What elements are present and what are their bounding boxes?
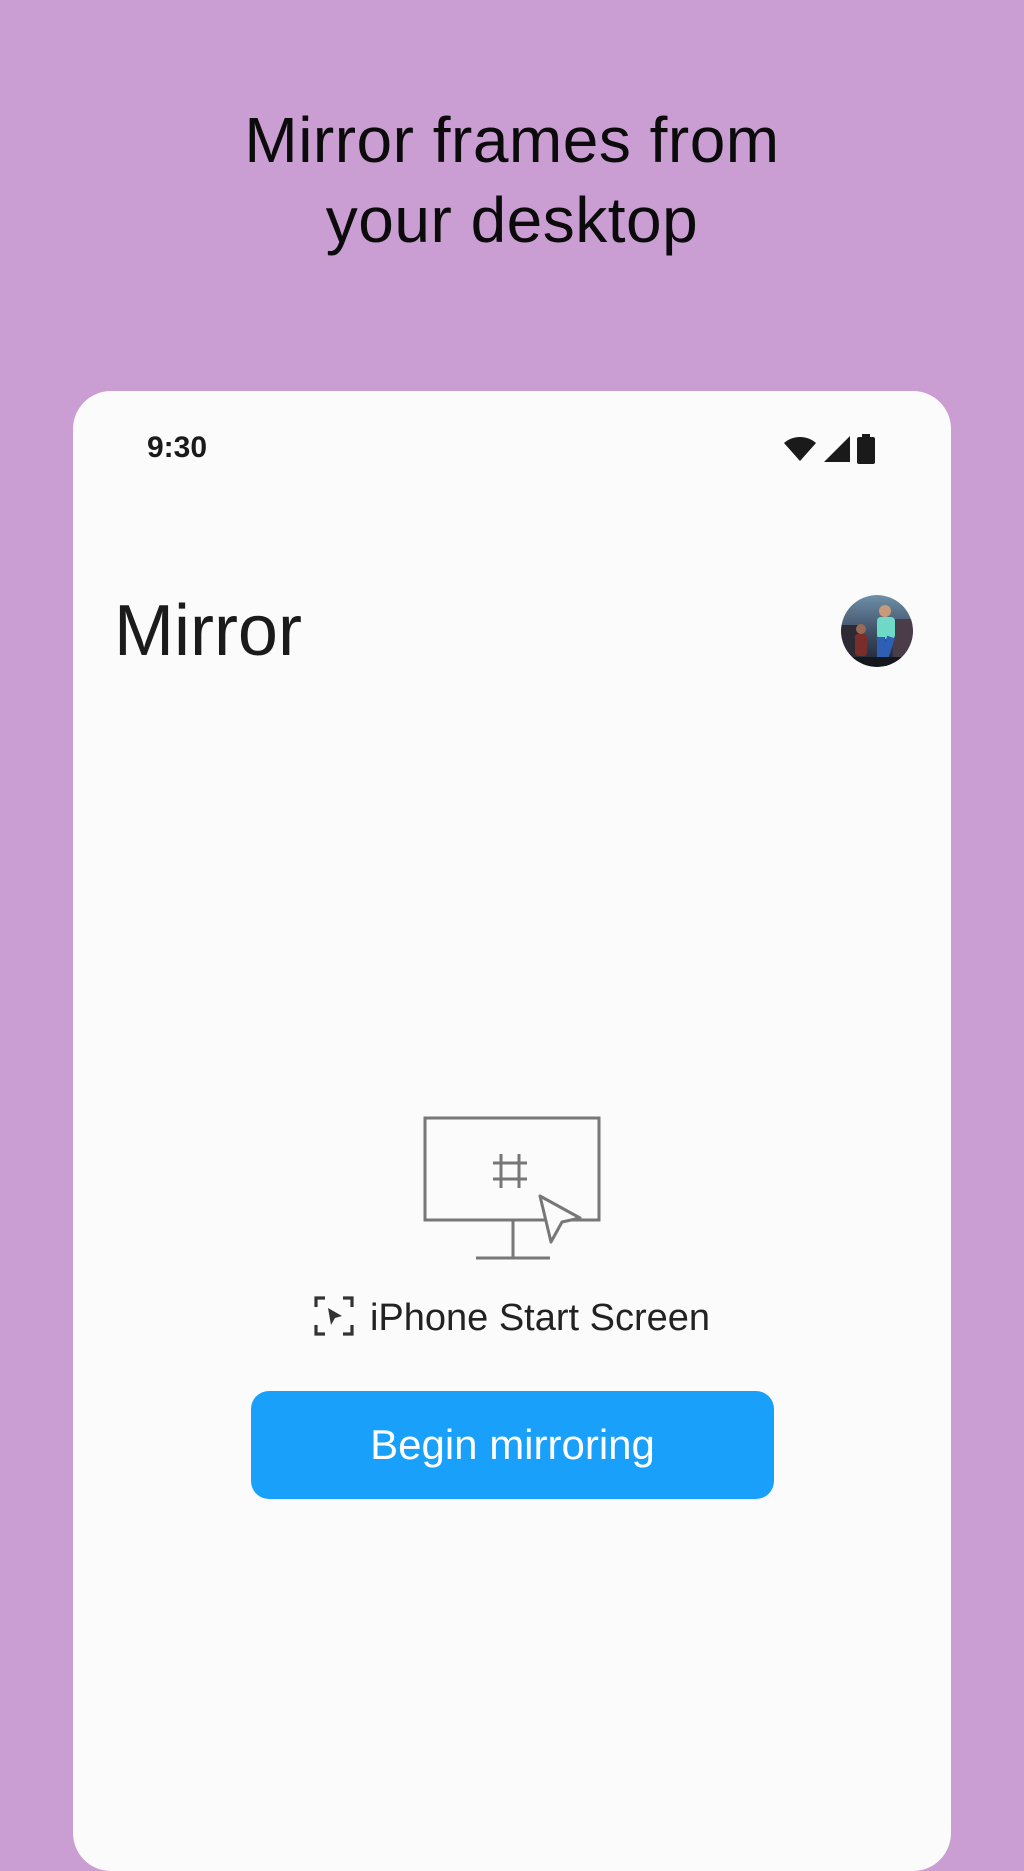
battery-icon <box>857 434 875 464</box>
headline-line-1: Mirror frames from <box>244 104 780 176</box>
cellular-signal-icon <box>823 435 851 463</box>
monitor-illustration-icon <box>423 1116 601 1271</box>
begin-mirroring-button[interactable]: Begin mirroring <box>251 1391 774 1499</box>
source-selector[interactable]: iPhone Start Screen <box>73 1296 951 1341</box>
headline-line-2: your desktop <box>325 184 699 256</box>
status-time: 9:30 <box>147 431 208 464</box>
phone-screen: 9:30 Mirror iPhone Start Screen Begin mi… <box>73 391 951 1871</box>
status-icons <box>783 434 875 464</box>
user-avatar[interactable] <box>841 595 913 667</box>
wifi-icon <box>783 436 817 462</box>
promo-headline: Mirror frames from your desktop <box>0 100 1024 260</box>
screen-capture-icon <box>314 1296 354 1341</box>
source-label: iPhone Start Screen <box>369 1297 711 1339</box>
app-title: Mirror <box>114 591 302 671</box>
